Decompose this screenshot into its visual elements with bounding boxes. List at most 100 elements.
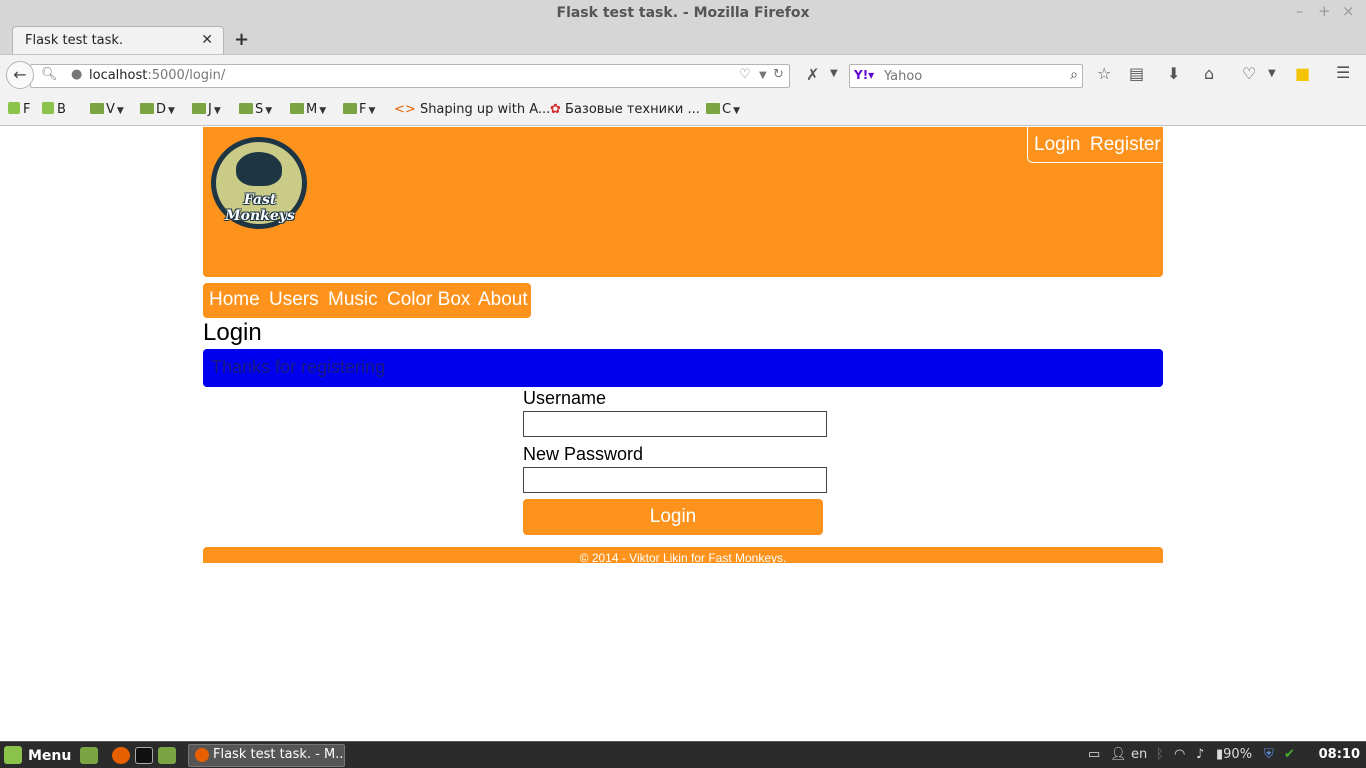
password-input[interactable] (523, 467, 827, 493)
folder-icon (290, 103, 304, 114)
tray-window-icon[interactable]: ▭ (1088, 747, 1100, 762)
folder-icon (90, 103, 104, 114)
taskbar-window-firefox[interactable]: Flask test task. - M... (188, 744, 345, 767)
bookmark-item[interactable]: B (42, 102, 66, 117)
close-tab-icon[interactable]: ✕ (201, 32, 213, 48)
url-host: localhost (89, 68, 148, 83)
bookmark-label: B (57, 102, 66, 117)
hamburger-menu-icon[interactable]: ☰ (1336, 63, 1350, 82)
bookmark-label: F (359, 102, 367, 117)
search-input[interactable] (884, 67, 1064, 85)
firefox-launcher-icon[interactable] (112, 747, 130, 764)
search-icon[interactable]: ⌕ (1070, 67, 1078, 83)
search-box[interactable]: Y!▾ ⌕ (849, 64, 1083, 88)
yahoo-engine-icon[interactable]: Y!▾ (854, 68, 874, 82)
tab-active[interactable]: Flask test task. ✕ (12, 26, 224, 54)
nav-toolbar: 🔍︎ ● localhost:5000/login/ ♡ ▼ ↻ ← ✗ ▼ Y… (0, 54, 1366, 94)
bookmark-item[interactable]: <> Shaping up with A... (394, 102, 550, 117)
back-button[interactable]: ← (6, 61, 34, 89)
bookmark-star-icon[interactable]: ☆ (1097, 64, 1111, 83)
bookmark-label: J (208, 102, 212, 117)
site-header: Fast Monkeys Login Register (203, 127, 1163, 277)
flower-icon: ✿ (550, 102, 561, 117)
pocket-toolbar-icon[interactable]: ♡ (1242, 64, 1256, 83)
home-icon[interactable]: ⌂ (1204, 64, 1214, 83)
username-label: Username (523, 388, 607, 408)
url-dropdown-icon[interactable]: ▼ (759, 70, 767, 81)
pocket-icon[interactable]: ♡ (739, 67, 751, 82)
bookmark-folder[interactable]: J ▼ (192, 102, 221, 117)
bookmark-folder[interactable]: S ▼ (239, 102, 272, 117)
download-icon[interactable]: ⬇ (1167, 64, 1180, 83)
tab-label: Flask test task. (25, 33, 124, 48)
idea-icon[interactable]: ■ (1295, 64, 1310, 83)
bookmark-folder[interactable]: F ▼ (343, 102, 375, 117)
username-input[interactable] (523, 411, 827, 437)
os-taskbar: Menu Flask test task. - M... ▭ 👤︎ en ᛒ ◠… (0, 741, 1366, 768)
folder-icon (140, 103, 154, 114)
firefox-icon (195, 748, 209, 762)
maximize-icon[interactable]: + (1318, 2, 1331, 20)
clock[interactable]: 08:10 (1319, 747, 1360, 762)
url-text[interactable]: localhost:5000/login/ (89, 68, 225, 83)
show-desktop-icon[interactable] (80, 747, 98, 764)
new-tab-icon[interactable]: + (234, 29, 249, 50)
url-bar[interactable]: 🔍︎ ● localhost:5000/login/ ♡ ▼ ↻ (30, 64, 790, 88)
nav-color-box[interactable]: Color Box (387, 289, 470, 311)
close-window-icon[interactable]: × (1342, 2, 1355, 20)
code-icon: <> (394, 102, 416, 117)
bluetooth-icon[interactable]: ᛒ (1156, 747, 1164, 762)
start-menu-button[interactable]: Menu (4, 746, 71, 764)
minimize-icon[interactable]: – (1296, 2, 1304, 20)
pocket-dropdown-icon[interactable]: ▼ (1268, 68, 1276, 79)
chevron-down-icon: ▼ (168, 106, 175, 116)
password-label: New Password (523, 444, 644, 464)
auth-links: Login Register (1027, 127, 1163, 163)
site-footer: © 2014 - Viktor Likin for Fast Monkeys. (203, 547, 1163, 565)
files-launcher-icon[interactable] (158, 747, 176, 764)
bookmark-item[interactable]: F (8, 102, 30, 117)
nav-users[interactable]: Users (269, 289, 319, 311)
url-path: :5000/login/ (147, 68, 226, 83)
nav-home[interactable]: Home (209, 289, 260, 311)
reading-list-icon[interactable]: ▤ (1129, 64, 1144, 83)
bookmark-folder[interactable]: D ▼ (140, 102, 175, 117)
identity-icon[interactable]: 🔍︎ (41, 67, 58, 82)
bookmark-folder[interactable]: C ▼ (706, 102, 740, 117)
addon-dropdown-icon[interactable]: ▼ (830, 68, 838, 79)
reload-icon[interactable]: ↻ (773, 67, 784, 82)
terminal-launcher-icon[interactable] (135, 747, 153, 764)
monkey-icon (236, 152, 282, 186)
chevron-down-icon: ▼ (116, 106, 124, 116)
bookmark-item[interactable]: ✿ Базовые техники ... (550, 102, 700, 117)
login-link[interactable]: Login (1034, 134, 1081, 156)
keyboard-layout[interactable]: en (1131, 747, 1147, 762)
taskbar-window-label: Flask test task. - M... (213, 747, 345, 762)
sound-icon[interactable]: ♪ (1196, 747, 1204, 762)
bookmark-folder[interactable]: V ▼ (90, 102, 124, 117)
shield-icon[interactable]: ⛨ (1264, 747, 1274, 762)
start-menu-label: Menu (28, 748, 72, 764)
mint-icon (42, 102, 54, 114)
user-icon[interactable]: 👤︎ (1110, 747, 1127, 762)
addon-icon[interactable]: ✗ (806, 65, 819, 84)
battery-indicator[interactable]: ▮90% (1216, 747, 1252, 762)
bookmark-label: F (23, 102, 31, 117)
login-button[interactable]: Login (523, 499, 823, 535)
footer-text: © 2014 - Viktor Likin for Fast Monkeys. (579, 551, 787, 565)
logo-text: Fast Monkeys (225, 192, 295, 224)
nav-music[interactable]: Music (328, 289, 378, 311)
window-titlebar: Flask test task. - Mozilla Firefox – + × (0, 0, 1366, 26)
bookmark-label: M (306, 102, 318, 117)
bookmark-label: Shaping up with A... (419, 102, 551, 117)
nav-about[interactable]: About (478, 289, 528, 311)
bookmark-label: V (106, 102, 115, 117)
update-check-icon[interactable]: ✔ (1284, 747, 1295, 762)
flash-text: Thanks for registering (211, 357, 386, 377)
wifi-icon[interactable]: ◠ (1174, 747, 1185, 762)
fast-monkeys-logo[interactable]: Fast Monkeys (211, 137, 307, 229)
register-link[interactable]: Register (1090, 134, 1161, 156)
mint-logo-icon (4, 746, 22, 764)
bookmark-folder[interactable]: M ▼ (290, 102, 326, 117)
bookmarks-bar: F B V ▼ D ▼ J ▼ S ▼ M ▼ F ▼ <> Shaping up with… (0, 94, 1366, 126)
